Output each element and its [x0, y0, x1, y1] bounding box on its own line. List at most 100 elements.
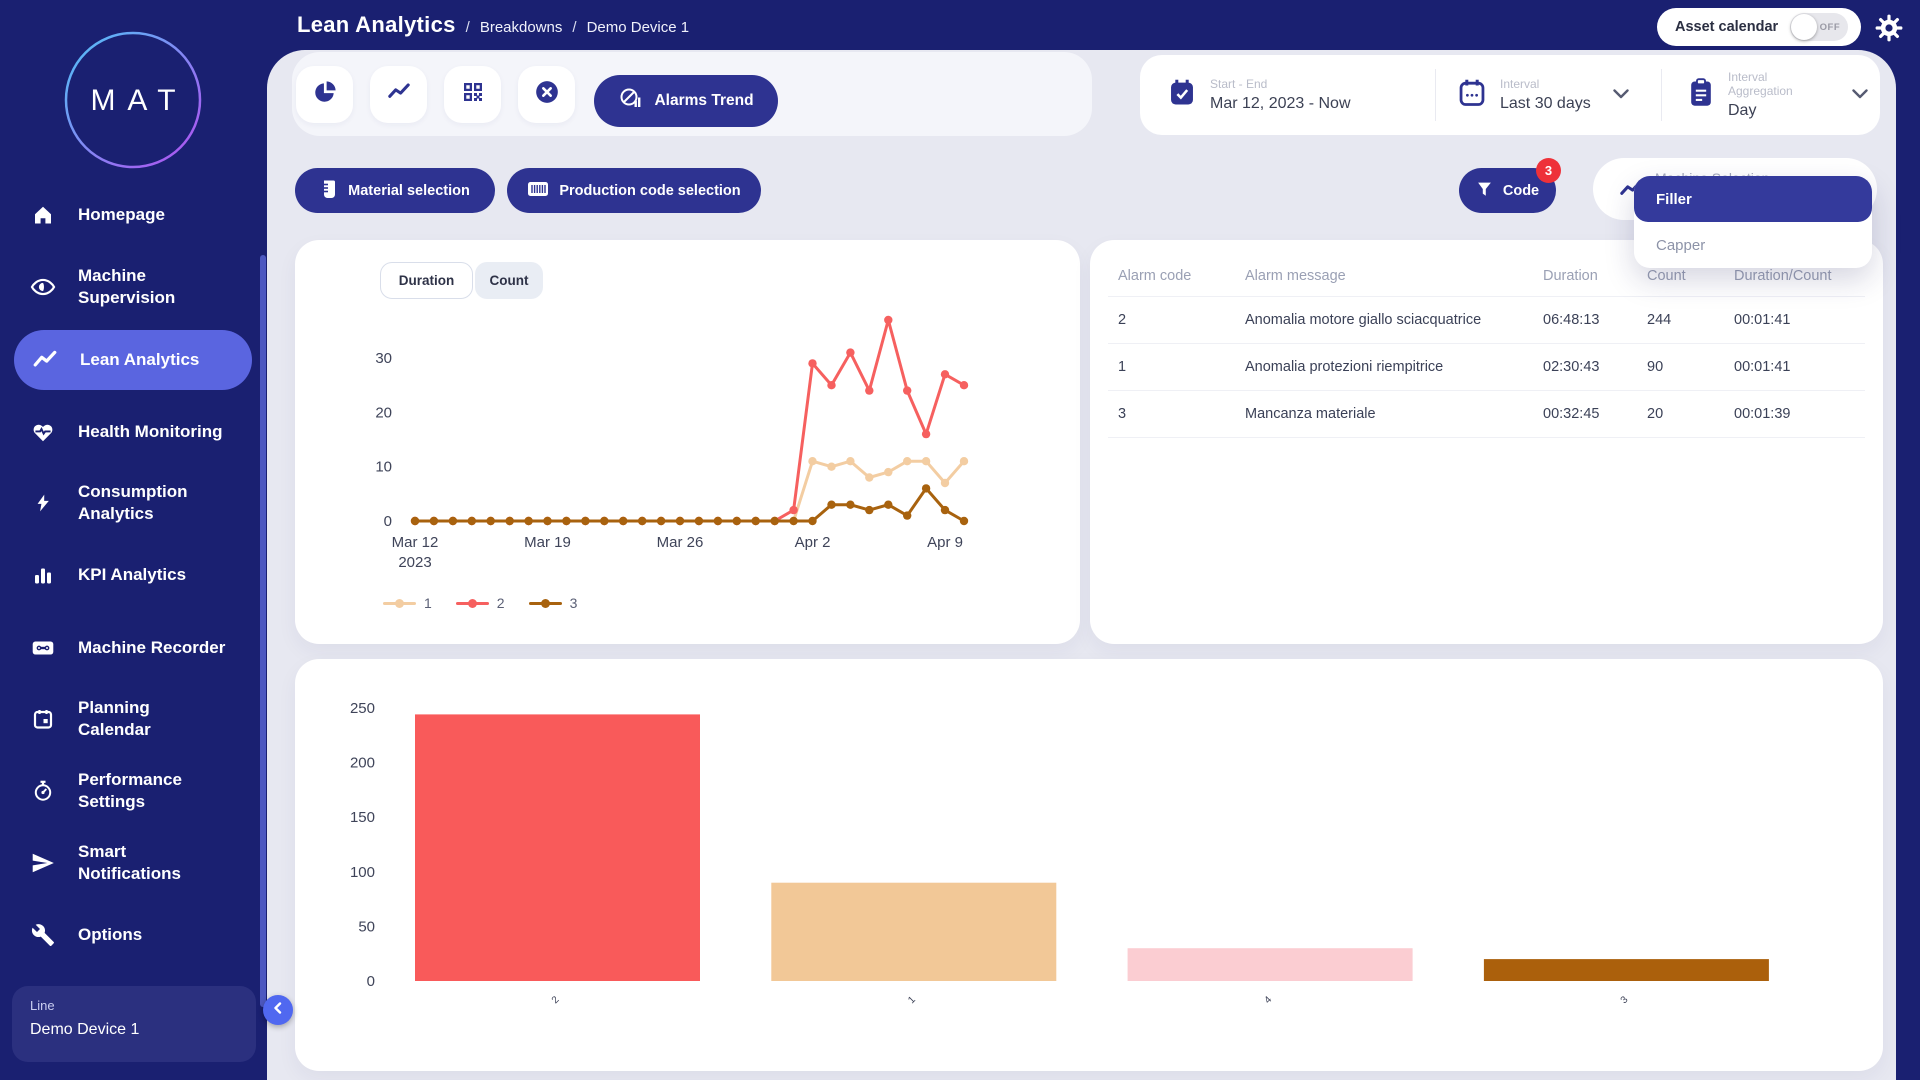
sidebar-item-label: Smart Notifications [78, 841, 208, 885]
sidebar-item-consumption-analytics[interactable]: Consumption Analytics [0, 479, 255, 527]
breadcrumb-separator: / [572, 19, 576, 36]
sidebar-item-machine-recorder[interactable]: Machine Recorder [0, 633, 255, 663]
cell-duration-count: 00:01:39 [1734, 406, 1790, 422]
legend-item[interactable]: 3 [529, 595, 578, 611]
filter-funnel-icon [1476, 180, 1493, 202]
svg-text:Mar 12: Mar 12 [392, 534, 439, 551]
legend-marker [529, 602, 562, 605]
divider [1108, 296, 1865, 297]
production-code-selection-label: Production code selection [559, 183, 740, 199]
qr-view-button[interactable] [444, 66, 501, 123]
sidebar-scrollbar[interactable] [260, 255, 266, 1007]
svg-text:3: 3 [1619, 994, 1631, 1006]
close-view-button[interactable] [518, 66, 575, 123]
cell-alarm-message: Anomalia protezioni riempitrice [1245, 359, 1443, 375]
legend-marker [456, 602, 489, 605]
alarm-count-bar-chart: 0501001502002502143 [330, 680, 1860, 1040]
legend-item[interactable]: 1 [383, 595, 432, 611]
start-end-picker[interactable]: Start - End Mar 12, 2023 - Now [1168, 55, 1351, 135]
bolt-icon [30, 490, 56, 516]
page-title[interactable]: Lean Analytics [297, 12, 456, 38]
home-icon [30, 202, 56, 228]
sidebar-item-homepage[interactable]: Homepage [0, 200, 255, 230]
pie-view-button[interactable] [296, 66, 353, 123]
dropdown-option-capper[interactable]: Capper [1634, 222, 1872, 268]
divider [1108, 343, 1865, 344]
breadcrumb-item[interactable]: Demo Device 1 [587, 19, 690, 36]
sidebar-item-options[interactable]: Options [0, 920, 255, 950]
toggle-state-label: OFF [1820, 22, 1841, 33]
cell-count: 20 [1647, 406, 1663, 422]
cell-alarm-message: Mancanza materiale [1245, 406, 1376, 422]
sidebar-item-label: Performance Settings [78, 769, 208, 813]
breadcrumb-item[interactable]: Breakdowns [480, 19, 563, 36]
send-icon [30, 850, 56, 876]
svg-text:30: 30 [375, 350, 392, 367]
interval-picker[interactable]: Interval Last 30 days [1458, 55, 1648, 135]
trend-view-button[interactable] [370, 66, 427, 123]
settings-gear-icon[interactable] [1874, 13, 1904, 48]
sidebar-item-smart-notifications[interactable]: Smart Notifications [0, 839, 255, 887]
code-filter-badge: 3 [1536, 158, 1561, 183]
sidebar-item-machine-supervision[interactable]: Machine Supervision [0, 263, 255, 311]
dropdown-option-filler[interactable]: Filler [1634, 176, 1872, 222]
x-circle-icon [534, 79, 560, 110]
svg-text:1: 1 [906, 994, 918, 1006]
line-chart-icon [386, 79, 412, 110]
device-card-value: Demo Device 1 [30, 1021, 238, 1039]
trend-icon [32, 347, 58, 373]
material-selection-button[interactable]: Material selection [295, 168, 495, 213]
breadcrumb: Lean Analytics / Breakdowns / Demo Devic… [297, 12, 689, 38]
cell-duration: 02:30:43 [1543, 359, 1599, 375]
divider [1661, 69, 1662, 121]
sidebar: MAT Homepage Machine Supervision Lean An… [0, 0, 267, 1080]
aggregation-picker[interactable]: Interval Aggregation Day [1688, 55, 1868, 135]
sidebar-item-label: Lean Analytics [80, 349, 199, 371]
alarms-trend-icon [618, 86, 644, 117]
cell-alarm-code: 1 [1118, 359, 1126, 375]
svg-text:Apr 2: Apr 2 [795, 534, 831, 551]
production-code-selection-button[interactable]: Production code selection [507, 168, 761, 213]
alarms-trend-label: Alarms Trend [654, 92, 753, 110]
interval-value: Last 30 days [1500, 95, 1591, 113]
svg-text:20: 20 [375, 404, 392, 421]
sidebar-item-planning-calendar[interactable]: Planning Calendar [0, 695, 255, 743]
divider [1108, 437, 1865, 438]
svg-text:Mar 26: Mar 26 [657, 534, 704, 551]
sidebar-item-lean-analytics[interactable]: Lean Analytics [14, 330, 252, 390]
sidebar-item-label: Options [78, 924, 142, 946]
sidebar-item-label: Homepage [78, 204, 165, 226]
sidebar-item-health-monitoring[interactable]: Health Monitoring [0, 417, 255, 447]
cell-count: 244 [1647, 312, 1671, 328]
legend-item[interactable]: 2 [456, 595, 505, 611]
aggregation-label: Interval Aggregation [1728, 70, 1794, 98]
chevron-left-icon [272, 1001, 284, 1019]
cell-count: 90 [1647, 359, 1663, 375]
heart-pulse-icon [30, 419, 56, 445]
col-header-alarm-message: Alarm message [1245, 268, 1346, 284]
col-header-duration: Duration [1543, 268, 1598, 284]
divider [1435, 69, 1436, 121]
sidebar-item-performance-settings[interactable]: Performance Settings [0, 767, 255, 815]
cell-alarm-code: 2 [1118, 312, 1126, 328]
sidebar-item-label: KPI Analytics [78, 564, 186, 586]
alarms-trend-tab[interactable]: Alarms Trend [594, 75, 778, 127]
start-end-label: Start - End [1210, 77, 1351, 91]
legend-label: 1 [424, 595, 432, 611]
breadcrumb-separator: / [466, 19, 470, 36]
code-filter-label: Code [1503, 183, 1539, 199]
sidebar-item-kpi-analytics[interactable]: KPI Analytics [0, 560, 255, 590]
eye-icon [30, 274, 56, 300]
svg-text:10: 10 [375, 459, 392, 476]
toggle-knob [1791, 14, 1817, 40]
pie-chart-icon [312, 79, 338, 110]
asset-calendar-toggle[interactable]: OFF [1790, 13, 1848, 41]
aggregation-value: Day [1728, 102, 1794, 120]
sidebar-collapse-button[interactable] [263, 995, 293, 1025]
date-filter-panel: Start - End Mar 12, 2023 - Now Interval … [1140, 55, 1880, 135]
alarm-table-card: Alarm code Alarm message Duration Count … [1090, 240, 1883, 644]
barcode-icon [527, 180, 549, 202]
wrench-icon [30, 922, 56, 948]
svg-text:Mar 19: Mar 19 [524, 534, 571, 551]
machine-selection-dropdown: Filler Capper [1634, 176, 1872, 268]
